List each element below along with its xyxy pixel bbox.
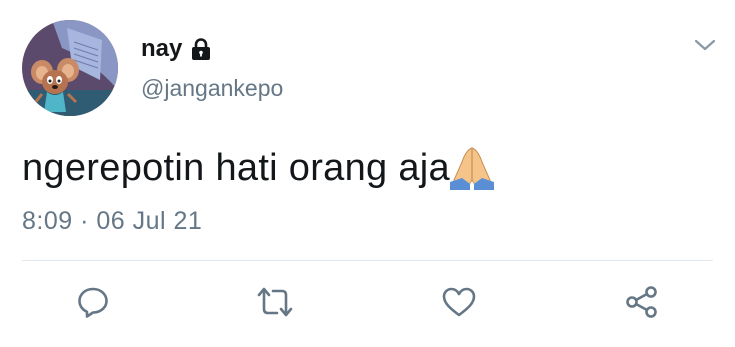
tweet-text: ngerepotin hati orang aja: [22, 146, 450, 189]
user-handle[interactable]: @jangankepo: [141, 77, 283, 100]
folded-hands-emoji: [449, 147, 494, 190]
display-name[interactable]: nay: [141, 37, 182, 61]
chevron-down-icon[interactable]: [694, 38, 716, 52]
reply-icon: [78, 287, 108, 318]
retweet-button[interactable]: [256, 283, 294, 321]
heart-icon: [442, 287, 476, 317]
share-button[interactable]: [623, 283, 661, 321]
reply-button[interactable]: [74, 283, 112, 321]
divider: [22, 260, 713, 261]
avatar[interactable]: [22, 20, 118, 116]
retweet-icon: [257, 287, 293, 317]
lock-icon: [192, 38, 211, 60]
tweet-body: ngerepotin hati orang aja: [22, 146, 496, 190]
tweet-timestamp[interactable]: 8:09 · 06 Jul 21: [22, 209, 202, 234]
share-icon: [626, 286, 657, 318]
like-button[interactable]: [440, 283, 478, 321]
